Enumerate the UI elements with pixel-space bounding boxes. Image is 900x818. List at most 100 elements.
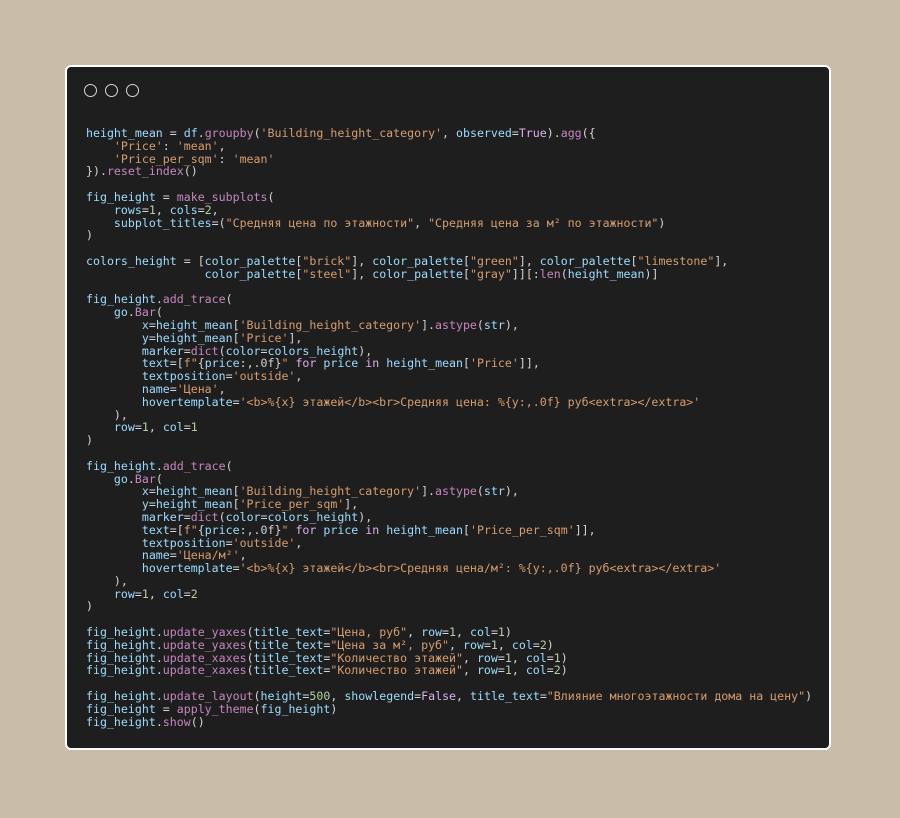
code-line: fig_height.add_trace( [86, 458, 812, 473]
code-token: hovertemplate [141, 394, 233, 409]
code-token: 'Price_per_sqm' [470, 522, 575, 537]
window-control-circle[interactable] [126, 84, 139, 97]
code-token: , [148, 420, 163, 435]
code-token: [ [463, 356, 470, 371]
code-token: add_trace [162, 292, 226, 307]
code-token: . [155, 663, 163, 678]
code-token: ( [225, 292, 233, 307]
code-token: ]. [421, 484, 436, 499]
code-line: fig_height.update_xaxes(title_text = "Коли… [86, 664, 812, 677]
code-token: [ [462, 266, 470, 281]
code-token: str [483, 317, 505, 332]
code-token: color_palette [204, 266, 296, 281]
code-token: showlegend [344, 689, 415, 704]
code-token: ) [560, 663, 568, 678]
window-controls [84, 84, 139, 97]
code-token: astype [435, 484, 477, 499]
code-line: ) [86, 229, 812, 242]
code-token: , [456, 689, 470, 704]
code-token: "steel" [302, 266, 352, 281]
code-token: observed [456, 126, 512, 140]
code-token: ), [504, 484, 519, 499]
code-token: = [546, 663, 554, 678]
code-token: "Влияние многоэтажности дома на цену" [546, 689, 806, 704]
code-token: add_trace [162, 458, 226, 473]
code-token: 1 [141, 420, 149, 435]
code-token: = [134, 420, 142, 435]
code-token: ) [805, 689, 813, 704]
code-token: = [539, 689, 547, 704]
code-token: False [421, 689, 457, 704]
code-token: show [162, 714, 191, 729]
code-token: height_mean [386, 356, 464, 371]
code-token: fig_height [260, 701, 331, 716]
code-token: 1 [141, 586, 149, 601]
code-token: ) [658, 215, 666, 230]
code-token: 2 [190, 586, 198, 601]
code-token: len [539, 266, 561, 281]
code-token: ) [86, 599, 93, 614]
code-token: =( [211, 215, 226, 230]
code-token: ( [253, 126, 261, 140]
code-line: row=1, col=1 [86, 421, 812, 434]
code-token: = [183, 420, 191, 435]
code-token: () [183, 164, 198, 179]
code-line: row=1, col=2 [86, 586, 812, 601]
code-token: price [323, 522, 359, 537]
code-token: fig_height [86, 714, 156, 729]
code-token: , [442, 126, 456, 140]
code-token: update_xaxes [162, 663, 247, 678]
code-token: "Количество этажей" [330, 663, 463, 678]
code-token: ( [476, 317, 484, 332]
code-line: ) [86, 600, 812, 613]
code-token: , [295, 369, 303, 384]
code-token: . [155, 714, 163, 729]
code-token: ], [714, 253, 729, 268]
code-token: 'mean' [232, 151, 275, 166]
window-control-circle[interactable] [84, 84, 97, 97]
code-token: in [365, 522, 380, 537]
code-token: '<b>%{x} этажей</b><br>Средняя цена: %{y… [239, 394, 701, 409]
code-line: hovertemplate='<b>%{x} этажей</b><br>Сре… [86, 562, 812, 575]
code-token: ( [246, 663, 254, 678]
code-token: 'Building_height_category' [260, 126, 443, 140]
code-token: "Средняя цена за м² по этажности" [428, 215, 659, 230]
code-token: () [190, 714, 205, 729]
code-token: ) [86, 433, 93, 448]
code-token: ], [351, 266, 373, 281]
code-token: ( [253, 701, 261, 716]
code-token: fig_height [86, 663, 156, 678]
code-token: [ [463, 522, 470, 537]
code-token: = [225, 369, 233, 384]
code-line: ) [86, 434, 812, 447]
code-token: , [414, 215, 429, 230]
code-token: ), [504, 317, 519, 332]
code-token: ({ [581, 126, 596, 140]
code-token: col [525, 663, 547, 678]
code-token: , [148, 586, 163, 601]
code-token: : [218, 151, 233, 166]
code-token: 1 [504, 663, 512, 678]
code-line: }).reset_index() [86, 165, 812, 178]
code-token: True [518, 126, 547, 140]
code-line: hovertemplate='<b>%{x} этажей</b><br>Сре… [86, 394, 812, 409]
code-token: row [476, 663, 498, 678]
code-block: height_mean = df.groupby('Building_heigh… [86, 127, 812, 728]
code-token: subplot_titles [113, 215, 212, 230]
code-token: agg [560, 126, 582, 140]
code-token: 2 [553, 663, 561, 678]
code-token: = [183, 586, 191, 601]
code-token: price [323, 356, 359, 371]
code-token: title_text [470, 689, 540, 704]
code-token: '<b>%{x} этажей</b><br>Средняя цена/м²: … [239, 561, 722, 576]
code-token: , [295, 535, 303, 550]
code-token: "gray" [469, 266, 512, 281]
code-token: ) [330, 701, 338, 716]
code-token: reset_index [106, 164, 184, 179]
code-token: = [511, 126, 519, 140]
code-token: ]. [421, 317, 436, 332]
code-token: = [232, 561, 240, 576]
code-token: title_text [253, 663, 324, 678]
code-token: height_mean [386, 522, 464, 537]
window-control-circle[interactable] [105, 84, 118, 97]
